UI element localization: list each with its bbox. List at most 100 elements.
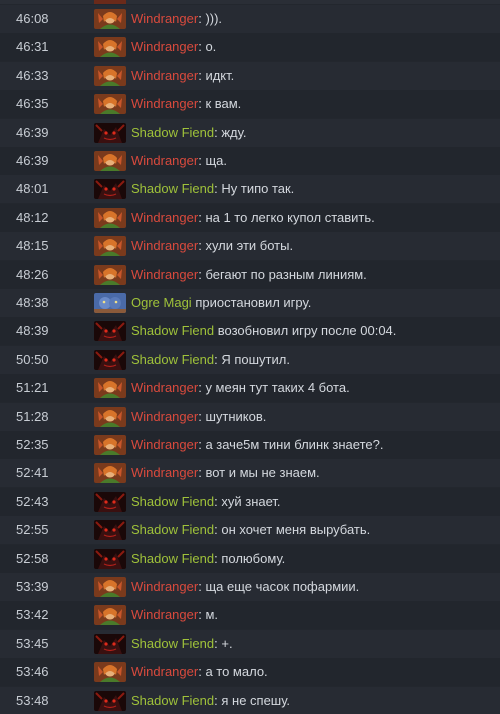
message-timestamp: 52:58 bbox=[16, 550, 49, 566]
chat-message-row: 51:28 Windranger: шутников. bbox=[0, 402, 500, 431]
windranger-avatar-icon bbox=[94, 406, 126, 427]
hero-name: Windranger bbox=[131, 408, 199, 424]
avatar-fragment bbox=[94, 0, 126, 4]
message-content: Windranger: м. bbox=[131, 607, 218, 622]
windranger-avatar-icon bbox=[94, 577, 126, 597]
message-content: Windranger: ща. bbox=[131, 153, 227, 168]
message-content: Windranger: а заче5м тини блинк знаете?. bbox=[131, 437, 383, 452]
message-timestamp: 48:38 bbox=[16, 295, 49, 310]
message-content: Shadow Fiend: Ну типо так. bbox=[131, 181, 294, 196]
windranger-avatar-icon bbox=[94, 264, 126, 285]
message-text: на 1 то легко купол ставить. bbox=[205, 209, 375, 225]
hero-name: Shadow Fiend bbox=[131, 692, 215, 708]
message-text: он хочет меня вырубать. bbox=[221, 522, 371, 538]
hero-name: Shadow Fiend bbox=[131, 181, 215, 197]
windranger-avatar-icon bbox=[94, 236, 126, 257]
message-timestamp: 51:21 bbox=[16, 380, 49, 396]
chat-message-row: 46:31 Windranger: о. bbox=[0, 33, 500, 62]
message-text: а заче5м тини блинк знаете?. bbox=[205, 437, 384, 452]
message-timestamp: 53:39 bbox=[16, 579, 49, 594]
message-timestamp: 50:50 bbox=[16, 351, 49, 367]
message-timestamp: 48:12 bbox=[16, 209, 49, 225]
hero-name: Windranger bbox=[131, 11, 199, 26]
message-timestamp: 46:35 bbox=[16, 96, 49, 112]
message-text: ))). bbox=[205, 11, 223, 26]
message-text: шутников. bbox=[205, 408, 267, 424]
message-timestamp: 46:33 bbox=[16, 67, 49, 83]
hero-name: Windranger bbox=[131, 607, 199, 623]
windranger-avatar-icon bbox=[94, 378, 126, 399]
message-content: Windranger: шутников. bbox=[131, 409, 266, 424]
chat-message-row: 53:45 Shadow Fiend: +. bbox=[0, 629, 500, 658]
shadow-fiend-avatar-icon bbox=[94, 690, 126, 711]
windranger-avatar-icon bbox=[94, 207, 126, 228]
chat-message-row: 46:39 Windranger: ща. bbox=[0, 147, 500, 175]
chat-message-row: 53:42 Windranger: м. bbox=[0, 601, 500, 630]
hero-name: Shadow Fiend bbox=[131, 323, 215, 339]
hero-name: Windranger bbox=[131, 465, 199, 481]
message-content: Windranger: к вам. bbox=[131, 96, 241, 111]
message-content: Shadow Fiend: +. bbox=[131, 636, 233, 651]
message-timestamp: 51:28 bbox=[16, 408, 49, 424]
chat-message-row: 52:41 Windranger: вот и мы не знаем. bbox=[0, 459, 500, 488]
message-text: хуй знает. bbox=[221, 493, 281, 509]
chat-message-row: 52:35 Windranger: а заче5м тини блинк зна… bbox=[0, 431, 500, 459]
message-text: приостановил игру. bbox=[195, 295, 312, 310]
message-timestamp: 52:55 bbox=[16, 522, 49, 538]
message-text: бегают по разным линиям. bbox=[205, 266, 367, 282]
shadow-fiend-avatar-icon bbox=[94, 633, 126, 654]
message-text: жду. bbox=[221, 124, 247, 140]
hero-name: Windranger bbox=[131, 664, 199, 680]
chat-message-row: 52:43 Shadow Fiend: хуй знает. bbox=[0, 487, 500, 516]
message-timestamp: 46:08 bbox=[16, 11, 49, 26]
hero-name: Shadow Fiend bbox=[131, 522, 215, 538]
windranger-avatar-icon bbox=[94, 662, 126, 683]
shadow-fiend-avatar-icon bbox=[94, 179, 126, 200]
message-content: Windranger: хули эти боты. bbox=[131, 238, 293, 253]
message-content: Windranger: ща еще часок пофармии. bbox=[131, 579, 359, 594]
message-text: идкт. bbox=[205, 67, 235, 83]
chat-log: 46:08 Windranger: ))). 46:31 Windranger: о.… bbox=[0, 0, 500, 714]
hero-name: Shadow Fiend bbox=[131, 124, 215, 140]
hero-name: Windranger bbox=[131, 153, 199, 168]
message-content: Windranger: на 1 то легко купол ставить. bbox=[131, 210, 375, 225]
chat-message-row: 46:39 Shadow Fiend: жду. bbox=[0, 118, 500, 147]
message-text: ща еще часок пофармии. bbox=[205, 579, 360, 594]
chat-message-row: 53:39 Windranger: ща еще часок пофармии. bbox=[0, 573, 500, 601]
windranger-avatar-icon bbox=[94, 65, 126, 86]
chat-message-row: 53:46 Windranger: а то мало. bbox=[0, 658, 500, 687]
shadow-fiend-avatar-icon bbox=[94, 122, 126, 143]
message-timestamp: 53:42 bbox=[16, 607, 49, 623]
chat-message-row: 48:15 Windranger: хули эти боты. bbox=[0, 232, 500, 261]
windranger-avatar-icon bbox=[94, 37, 126, 58]
message-text: у меян тут таких 4 бота. bbox=[205, 380, 350, 396]
message-text: вот и мы не знаем. bbox=[205, 465, 320, 481]
chat-message-row: 46:35 Windranger: к вам. bbox=[0, 90, 500, 119]
message-timestamp: 48:39 bbox=[16, 323, 49, 339]
hero-name: Windranger bbox=[131, 39, 199, 55]
message-timestamp: 48:26 bbox=[16, 266, 49, 282]
message-timestamp: 48:01 bbox=[16, 181, 49, 197]
message-text: возобновил игру после 00:04. bbox=[217, 323, 397, 339]
shadow-fiend-avatar-icon bbox=[94, 321, 126, 342]
hero-name: Shadow Fiend bbox=[131, 351, 215, 367]
message-timestamp: 46:31 bbox=[16, 39, 49, 55]
message-content: Shadow Fiend: Я пошутил. bbox=[131, 352, 290, 367]
hero-name: Windranger bbox=[131, 209, 199, 225]
message-text: к вам. bbox=[205, 96, 242, 112]
message-content: Shadow Fiend: хуй знает. bbox=[131, 494, 281, 509]
windranger-avatar-icon bbox=[94, 151, 126, 171]
chat-message-row: 53:48 Shadow Fiend: я не спешу. bbox=[0, 686, 500, 714]
windranger-avatar-icon bbox=[94, 463, 126, 484]
message-content: Windranger: бегают по разным линиям. bbox=[131, 267, 367, 282]
hero-name: Windranger bbox=[131, 266, 199, 282]
hero-name: Windranger bbox=[131, 437, 199, 452]
message-text: Я пошутил. bbox=[221, 351, 290, 367]
hero-name: Shadow Fiend bbox=[131, 550, 215, 566]
message-text: я не спешу. bbox=[221, 692, 291, 708]
chat-message-row: 52:55 Shadow Fiend: он хочет меня вырубат… bbox=[0, 516, 500, 545]
message-text: хули эти боты. bbox=[205, 238, 294, 254]
hero-name: Windranger bbox=[131, 238, 199, 254]
message-content: Windranger: у меян тут таких 4 бота. bbox=[131, 380, 350, 395]
message-timestamp: 46:39 bbox=[16, 124, 49, 140]
